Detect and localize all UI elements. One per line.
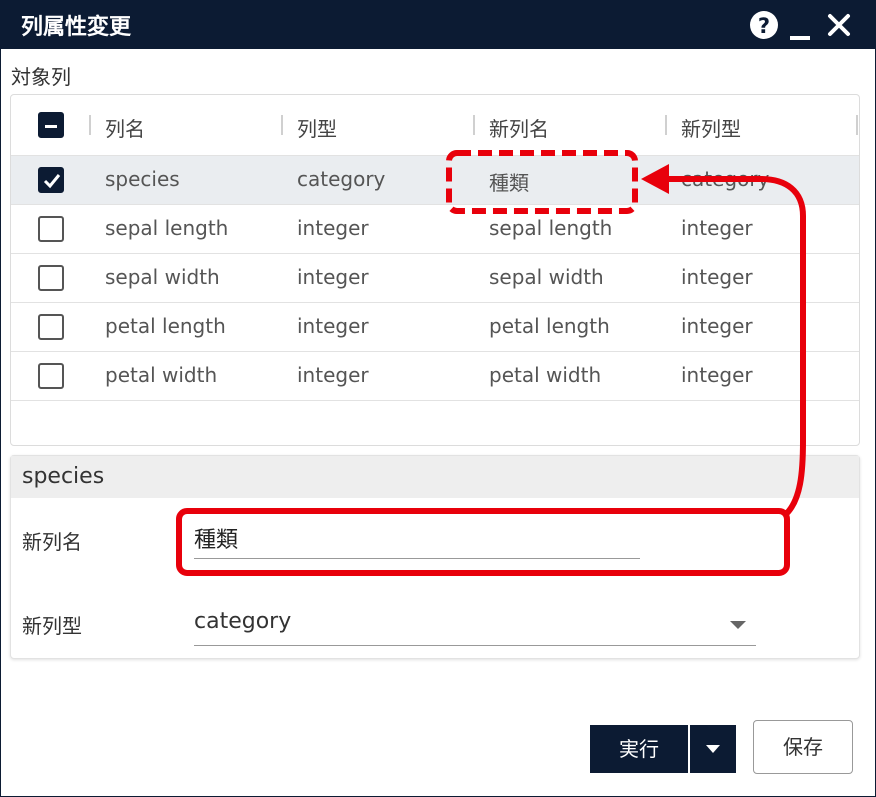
table-row[interactable]: species category 種類 category bbox=[11, 156, 859, 205]
select-all-checkbox[interactable] bbox=[38, 112, 64, 138]
detail-panel-title: species bbox=[22, 464, 105, 489]
help-icon[interactable]: ? bbox=[746, 7, 782, 43]
row-checkbox[interactable] bbox=[38, 363, 64, 389]
cell-column-name: petal width bbox=[105, 363, 218, 387]
new-type-select[interactable]: category bbox=[194, 601, 756, 646]
cell-column-name: sepal width bbox=[105, 265, 220, 289]
cell-new-name: 種類 bbox=[489, 171, 529, 195]
cell-column-name: species bbox=[105, 167, 180, 191]
run-options-button[interactable] bbox=[690, 725, 736, 773]
header-separator bbox=[665, 115, 667, 135]
cell-column-type: integer bbox=[297, 265, 369, 289]
row-checkbox[interactable] bbox=[38, 265, 64, 291]
detail-panel-header: species bbox=[11, 456, 859, 498]
row-checkbox[interactable] bbox=[38, 314, 64, 340]
cell-column-type: integer bbox=[297, 216, 369, 240]
cell-new-type: integer bbox=[681, 265, 753, 289]
title-bar: 列属性変更 ? bbox=[1, 1, 875, 49]
window-title: 列属性変更 bbox=[21, 15, 132, 40]
column-detail-panel: species 新列名 新列型 category bbox=[10, 455, 860, 659]
cell-new-name: petal width bbox=[489, 363, 602, 387]
cell-new-name: petal length bbox=[489, 314, 610, 338]
table-row[interactable]: sepal width integer sepal width integer bbox=[11, 254, 859, 303]
chevron-down-icon bbox=[706, 745, 720, 753]
table-row[interactable]: petal length integer petal length intege… bbox=[11, 303, 859, 352]
minimize-icon[interactable] bbox=[784, 7, 820, 43]
cell-column-type: integer bbox=[297, 363, 369, 387]
svg-text:?: ? bbox=[758, 14, 770, 38]
cell-new-type: integer bbox=[681, 216, 753, 240]
header-separator bbox=[856, 115, 858, 135]
run-button[interactable]: 実行 bbox=[590, 725, 688, 773]
target-columns-label: 対象列 bbox=[11, 65, 71, 89]
header-column-type[interactable]: 列型 bbox=[297, 113, 337, 142]
new-type-label: 新列型 bbox=[22, 614, 82, 638]
table-header: 列名 列型 新列名 新列型 bbox=[11, 95, 859, 156]
cell-new-type: category bbox=[681, 167, 770, 191]
header-separator bbox=[281, 115, 283, 135]
row-checkbox[interactable] bbox=[38, 216, 64, 242]
column-table: 列名 列型 新列名 新列型 species category 種類 catego… bbox=[10, 94, 860, 446]
cell-column-name: petal length bbox=[105, 314, 226, 338]
column-attribute-dialog: 列属性変更 ? 対象列 列名 列型 新列名 新列型 species catego… bbox=[0, 0, 876, 797]
header-separator bbox=[89, 115, 91, 135]
table-row[interactable]: petal width integer petal width integer bbox=[11, 352, 859, 401]
table-row[interactable]: sepal length integer sepal length intege… bbox=[11, 205, 859, 254]
cell-column-name: sepal length bbox=[105, 216, 229, 240]
header-column-name[interactable]: 列名 bbox=[105, 113, 145, 142]
cell-new-name: sepal length bbox=[489, 216, 613, 240]
new-type-value: category bbox=[194, 609, 292, 634]
close-icon[interactable] bbox=[821, 7, 857, 43]
header-new-name[interactable]: 新列名 bbox=[489, 113, 549, 142]
save-button[interactable]: 保存 bbox=[753, 720, 853, 774]
row-checkbox[interactable] bbox=[38, 167, 64, 193]
header-new-type[interactable]: 新列型 bbox=[681, 113, 741, 142]
cell-new-name: sepal width bbox=[489, 265, 604, 289]
cell-column-type: category bbox=[297, 167, 386, 191]
new-name-label: 新列名 bbox=[22, 530, 82, 554]
new-name-input[interactable] bbox=[194, 518, 640, 559]
cell-new-type: integer bbox=[681, 314, 753, 338]
chevron-down-icon bbox=[730, 621, 746, 629]
cell-column-type: integer bbox=[297, 314, 369, 338]
header-separator bbox=[473, 115, 475, 135]
cell-new-type: integer bbox=[681, 363, 753, 387]
